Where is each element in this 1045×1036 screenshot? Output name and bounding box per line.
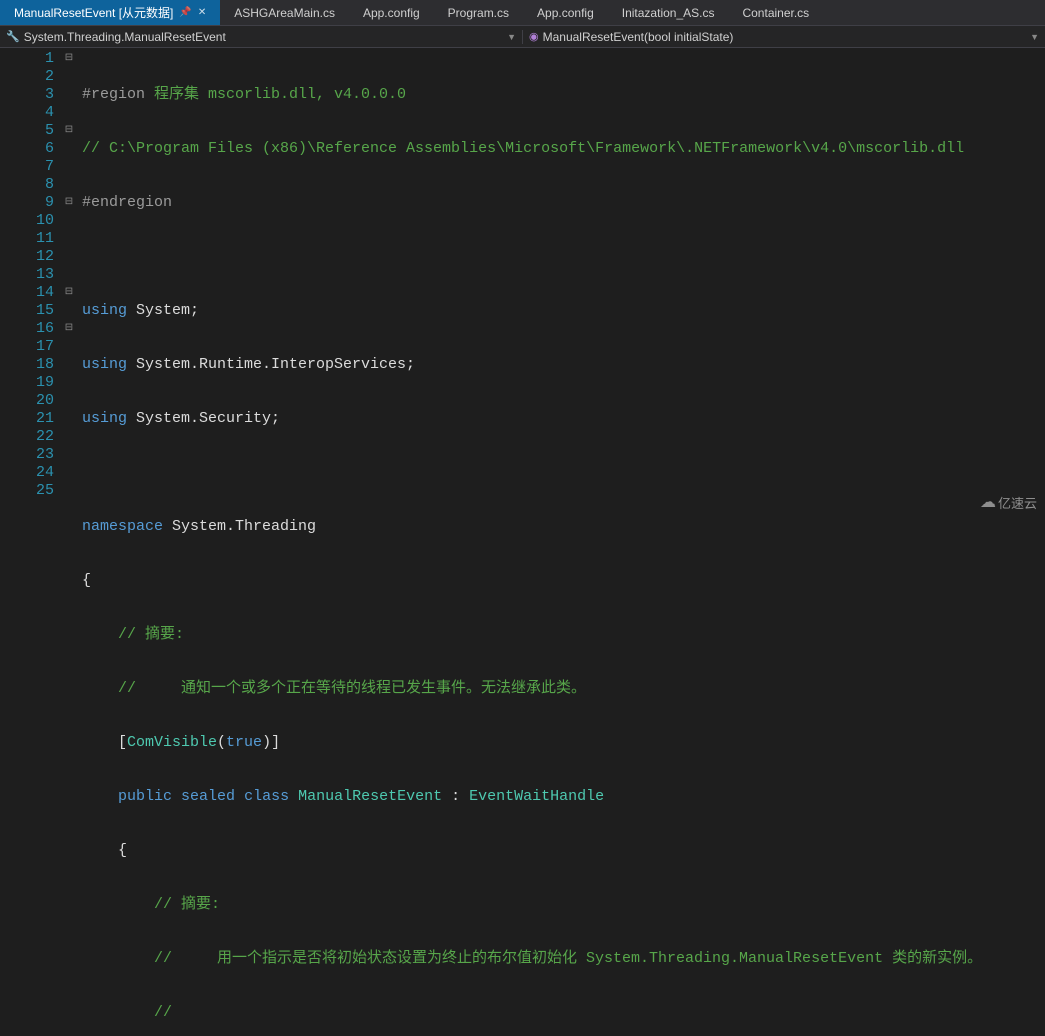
tab-manualresetevent[interactable]: ManualResetEvent [从元数据] 📌 ✕ [0,0,220,25]
fold-toggle[interactable]: ⊟ [60,284,78,302]
fold-column: ⊟ ⊟ ⊟ ⊟ ⊟ [60,48,78,518]
tab-label: ManualResetEvent [从元数据] [14,4,173,21]
cloud-icon: ☁ [980,492,994,512]
fold-toggle[interactable]: ⊟ [60,122,78,140]
close-icon[interactable]: ✕ [198,7,206,18]
line-numbers: 12345 678910 1112131415 1617181920 21222… [0,48,60,518]
fold-toggle[interactable]: ⊟ [60,194,78,212]
type-name: System.Threading.ManualResetEvent [24,30,226,44]
watermark-text: 亿速云 [998,493,1037,512]
tab-program[interactable]: Program.cs [434,0,523,25]
fold-toggle[interactable]: ⊟ [60,50,78,68]
cube-icon: ◉ [529,30,539,43]
watermark: ☁ 亿速云 [980,492,1037,512]
tab-ashgareamain[interactable]: ASHGAreaMain.cs [220,0,349,25]
chevron-down-icon: ▼ [1030,32,1039,42]
code-area[interactable]: #region 程序集 mscorlib.dll, v4.0.0.0 // C:… [78,48,1045,518]
fold-toggle[interactable]: ⊟ [60,320,78,338]
member-selector[interactable]: ◉ ManualResetEvent(bool initialState) ▼ [522,30,1045,44]
tab-bar: ManualResetEvent [从元数据] 📌 ✕ ASHGAreaMain… [0,0,1045,26]
tab-appconfig-2[interactable]: App.config [523,0,608,25]
wrench-icon: 🔧 [6,30,20,43]
tab-container[interactable]: Container.cs [728,0,823,25]
chevron-down-icon: ▼ [507,32,516,42]
type-selector[interactable]: 🔧 System.Threading.ManualResetEvent ▼ [0,30,522,44]
tab-appconfig-1[interactable]: App.config [349,0,434,25]
pin-icon[interactable]: 📌 [179,7,191,18]
tab-initazation[interactable]: Initazation_AS.cs [608,0,729,25]
member-name: ManualResetEvent(bool initialState) [543,30,734,44]
nav-bar: 🔧 System.Threading.ManualResetEvent ▼ ◉ … [0,26,1045,48]
code-editor[interactable]: 12345 678910 1112131415 1617181920 21222… [0,48,1045,518]
